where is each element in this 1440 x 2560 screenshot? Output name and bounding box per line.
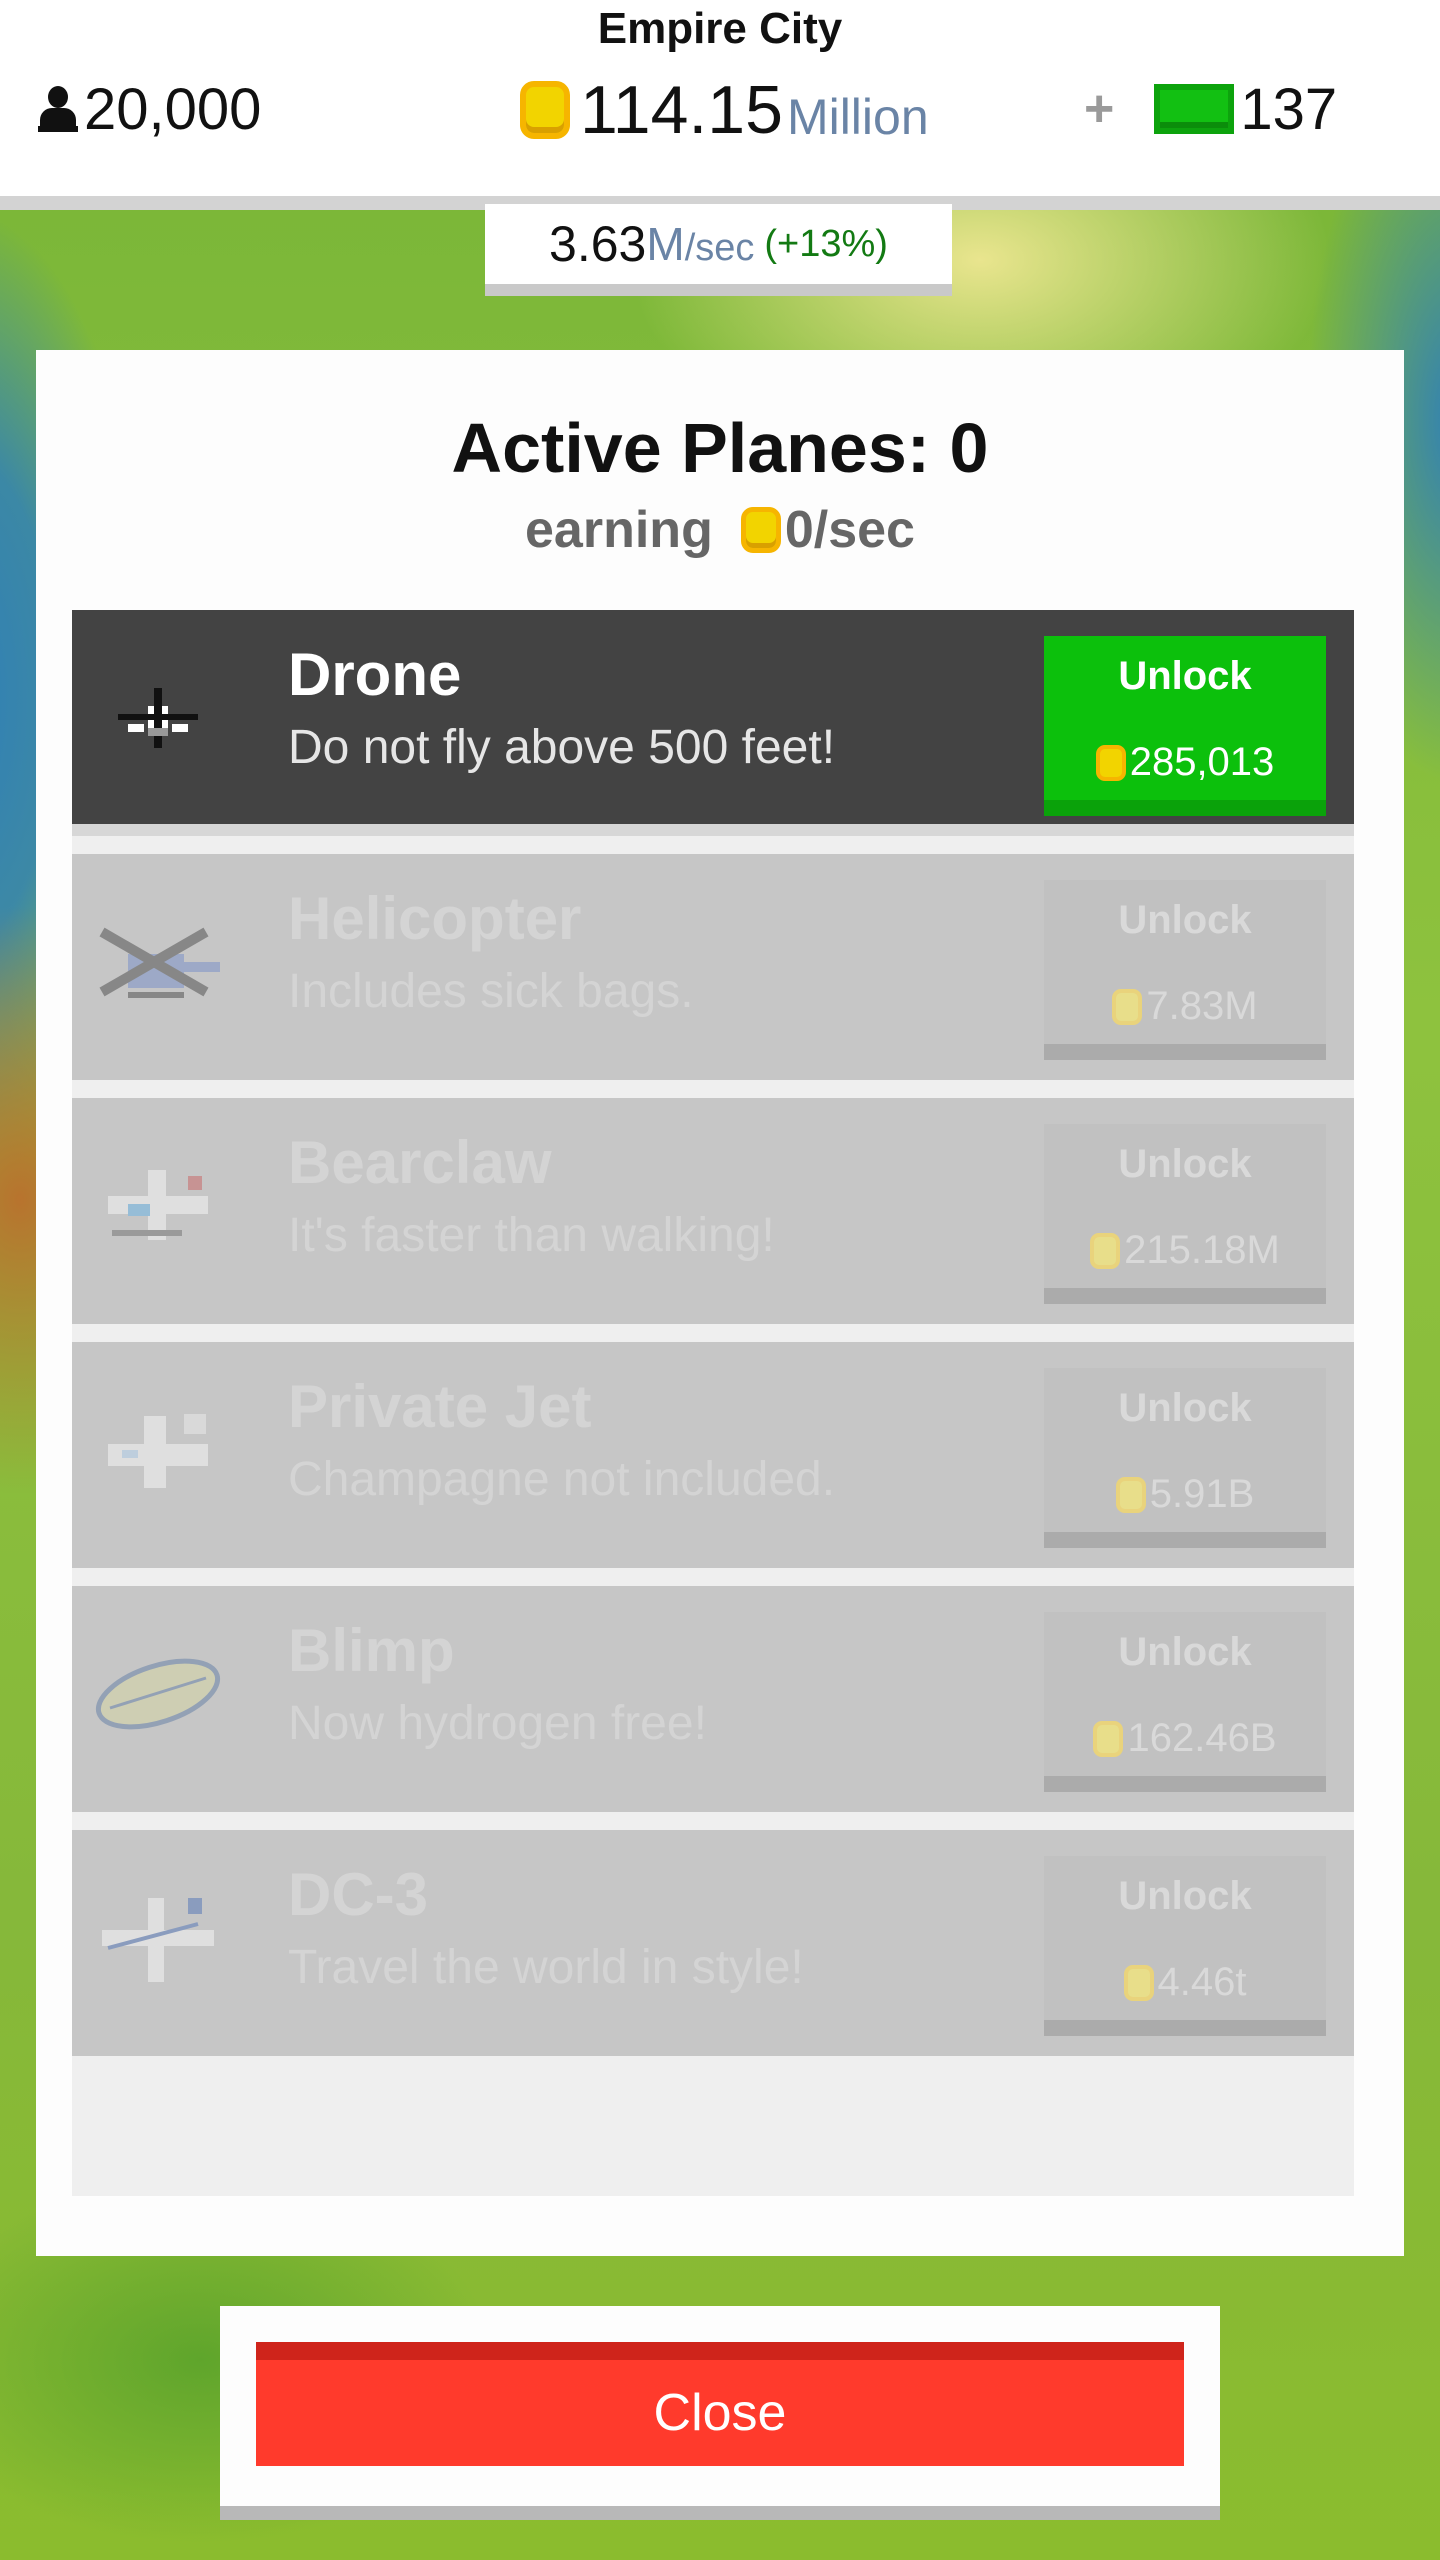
cash-icon: [1154, 84, 1235, 134]
unlock-label: Unlock: [1118, 1874, 1252, 1918]
money-value: 114.15: [580, 72, 783, 148]
blimp-icon: [95, 1658, 221, 1730]
plane-row-helicopter: Helicopter Includes sick bags. Unlock 7.…: [72, 854, 1354, 1080]
planes-panel: Active Planes: 0 earning 0/sec Drone Do …: [36, 350, 1404, 2256]
plane-row-drone: Drone Do not fly above 500 feet! Unlock …: [72, 610, 1354, 836]
plane-row-blimp: Blimp Now hydrogen free! Unlock 162.46B: [72, 1586, 1354, 1812]
plane-description: Champagne not included.: [288, 1453, 836, 1506]
top-hud: Empire City 20,000 114.15 Million + 137: [0, 0, 1440, 210]
plane-row-bearclaw: Bearclaw It's faster than walking! Unloc…: [72, 1098, 1354, 1324]
dc3-plane-icon: [102, 1898, 214, 1982]
plane-description: Travel the world in style!: [288, 1941, 804, 1994]
close-button[interactable]: Close: [256, 2342, 1184, 2466]
income-rate-tab: 3.63 M/sec (+13%): [485, 204, 952, 296]
population-value: 20,000: [84, 76, 262, 142]
coin-icon: [1093, 1720, 1124, 1757]
planes-list[interactable]: Drone Do not fly above 500 feet! Unlock …: [72, 610, 1354, 2196]
person-icon: [38, 86, 78, 132]
rate-unit: M/sec: [646, 218, 755, 270]
unlock-label: Unlock: [1118, 654, 1252, 698]
coin-icon: [1123, 1964, 1154, 2001]
coin-icon: [1112, 988, 1143, 1025]
plane-name: Blimp: [288, 1617, 455, 1684]
drone-icon: [118, 688, 198, 748]
unlock-price: 215.18M: [1044, 1228, 1326, 1273]
earning-label: earning: [525, 501, 713, 559]
plane-description: Includes sick bags.: [288, 965, 694, 1018]
panel-title: Active Planes: 0: [451, 409, 989, 487]
rate-value: 3.63: [549, 216, 647, 272]
unlock-price: 285,013: [1044, 740, 1326, 785]
money-unit: Million: [786, 89, 929, 145]
unlock-dc3-button[interactable]: Unlock 4.46t: [1044, 1856, 1326, 2036]
rate-change: (+13%): [764, 222, 888, 265]
add-cash-button[interactable]: +: [1084, 79, 1114, 139]
coin-icon: [1095, 744, 1126, 781]
earning-line: earning 0/sec: [36, 500, 1404, 560]
earning-rate: 0/sec: [784, 501, 915, 559]
cash-counter[interactable]: + 137: [1084, 74, 1337, 144]
coin-icon: [740, 507, 781, 553]
unlock-price: 5.91B: [1044, 1472, 1326, 1517]
coin-icon: [1115, 1476, 1146, 1513]
plane-description: It's faster than walking!: [288, 1209, 775, 1262]
plane-name: Bearclaw: [288, 1129, 552, 1196]
plane-name: Helicopter: [288, 885, 582, 952]
city-name: Empire City: [597, 4, 843, 53]
coin-icon: [520, 81, 570, 139]
unlock-label: Unlock: [1118, 1630, 1252, 1674]
unlock-helicopter-button[interactable]: Unlock 7.83M: [1044, 880, 1326, 1060]
unlock-drone-button[interactable]: Unlock 285,013: [1044, 636, 1326, 816]
plane-name: DC-3: [288, 1861, 429, 1928]
plane-description: Do not fly above 500 feet!: [288, 721, 836, 774]
unlock-label: Unlock: [1118, 1386, 1252, 1430]
plane-row-dc3: DC-3 Travel the world in style! Unlock 4…: [72, 1830, 1354, 2056]
helicopter-icon: [99, 927, 220, 998]
plane-name: Drone: [288, 641, 462, 708]
money-counter: 114.15 Million: [520, 70, 929, 150]
cash-value: 137: [1240, 76, 1338, 142]
unlock-blimp-button[interactable]: Unlock 162.46B: [1044, 1612, 1326, 1792]
unlock-price: 162.46B: [1044, 1716, 1326, 1761]
plane-description: Now hydrogen free!: [288, 1697, 707, 1750]
coin-icon: [1090, 1232, 1121, 1269]
population-counter: 20,000: [38, 74, 261, 144]
private-jet-icon: [108, 1414, 208, 1488]
plane-row-private-jet: Private Jet Champagne not included. Unlo…: [72, 1342, 1354, 1568]
unlock-price: 4.46t: [1044, 1960, 1326, 2005]
bearclaw-plane-icon: [108, 1170, 208, 1240]
unlock-private-jet-button[interactable]: Unlock 5.91B: [1044, 1368, 1326, 1548]
unlock-label: Unlock: [1118, 898, 1252, 942]
plane-name: Private Jet: [288, 1373, 592, 1440]
unlock-price: 7.83M: [1044, 984, 1326, 1029]
close-bar: Close: [220, 2306, 1220, 2520]
unlock-label: Unlock: [1118, 1142, 1252, 1186]
unlock-bearclaw-button[interactable]: Unlock 215.18M: [1044, 1124, 1326, 1304]
